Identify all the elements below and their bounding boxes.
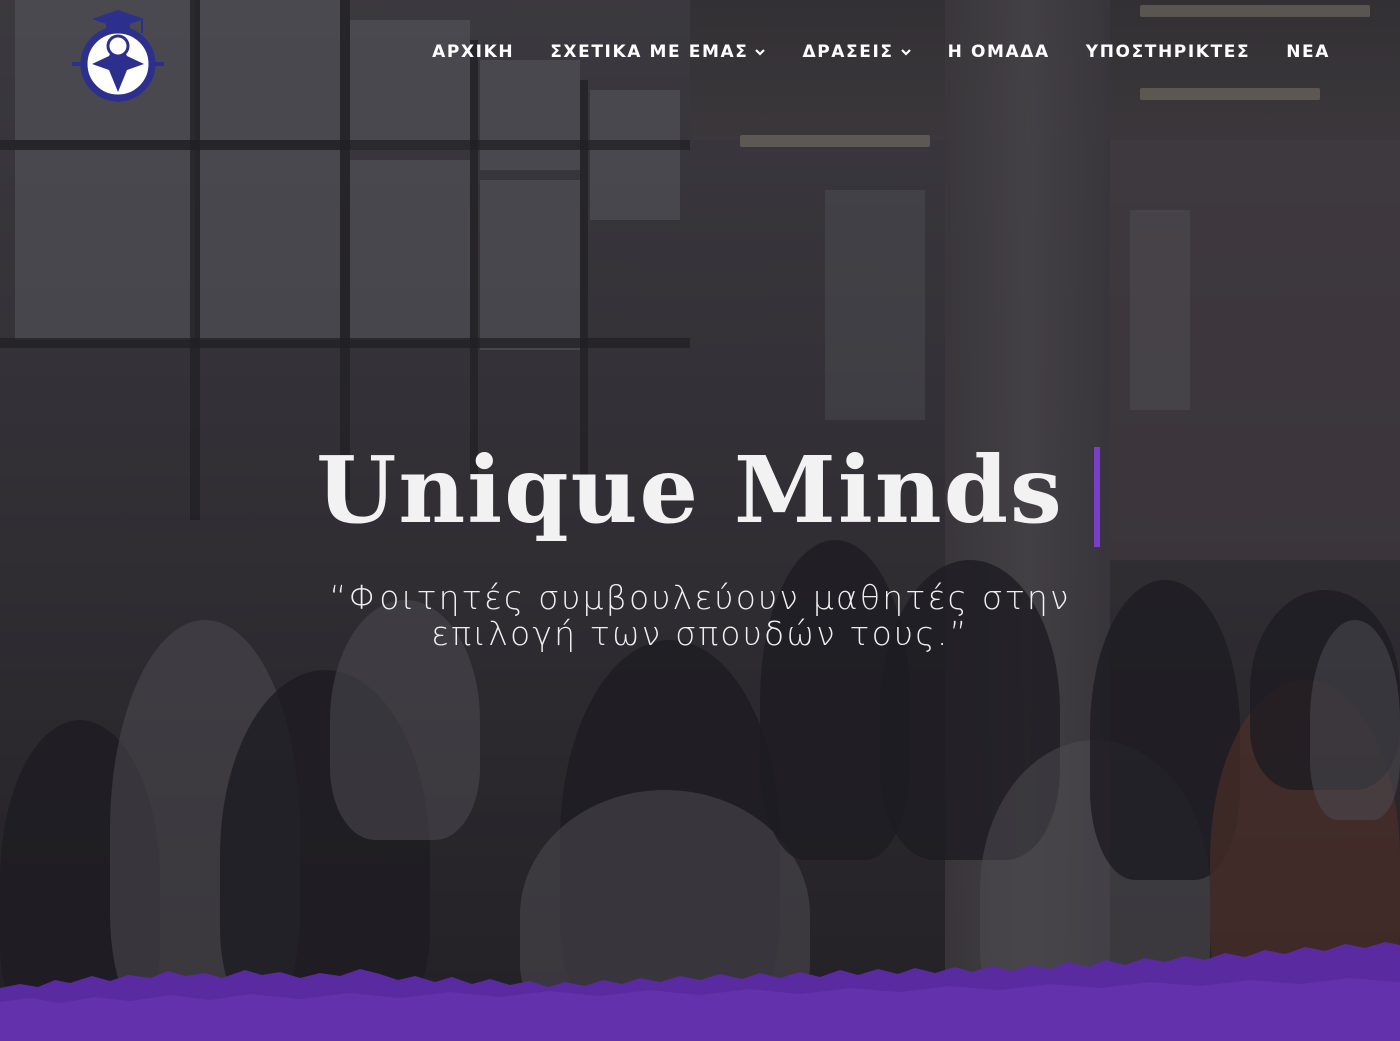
hero-title: Unique Minds <box>316 436 1064 544</box>
nav-item-label: ΑΡΧΙΚΗ <box>432 42 515 62</box>
nav-item-label: ΥΠΟΣΤΗΡΙΚΤΕΣ <box>1085 42 1251 62</box>
section-divider-torn-edge <box>0 942 1400 1041</box>
chevron-down-icon <box>900 49 911 56</box>
hero-subtitle: “Φοιτητές συμβουλεύουν μαθητές στην επιλ… <box>300 580 1100 652</box>
nav-item-supporters[interactable]: ΥΠΟΣΤΗΡΙΚΤΕΣ <box>1086 42 1250 62</box>
nav-item-label: ΔΡΑΣΕΙΣ <box>802 42 894 62</box>
site-logo[interactable] <box>72 6 164 102</box>
hero-subtitle-line1: “Φοιτητές συμβουλεύουν μαθητές στην <box>329 578 1071 617</box>
nav-item-label: ΝΕΑ <box>1286 42 1330 62</box>
graduation-compass-logo-icon <box>72 10 164 102</box>
nav-item-label: Η ΟΜΑΔΑ <box>947 42 1050 62</box>
nav-item-team[interactable]: Η ΟΜΑΔΑ <box>948 42 1050 62</box>
nav-item-actions[interactable]: ΔΡΑΣΕΙΣ <box>802 42 911 62</box>
main-navigation: ΑΡΧΙΚΗ ΣΧΕΤΙΚΑ ΜΕ ΕΜΑΣ ΔΡΑΣΕΙΣ Η ΟΜΑΔΑ Υ… <box>396 42 1330 62</box>
nav-item-news[interactable]: ΝΕΑ <box>1286 42 1330 62</box>
nav-item-home[interactable]: ΑΡΧΙΚΗ <box>432 42 514 62</box>
hero-subtitle-line2: επιλογή των σπουδών τους.” <box>431 614 969 653</box>
nav-item-label: ΣΧΕΤΙΚΑ ΜΕ ΕΜΑΣ <box>550 42 749 62</box>
typing-cursor <box>1094 447 1100 547</box>
nav-item-about[interactable]: ΣΧΕΤΙΚΑ ΜΕ ΕΜΑΣ <box>550 42 766 62</box>
chevron-down-icon <box>755 49 766 56</box>
